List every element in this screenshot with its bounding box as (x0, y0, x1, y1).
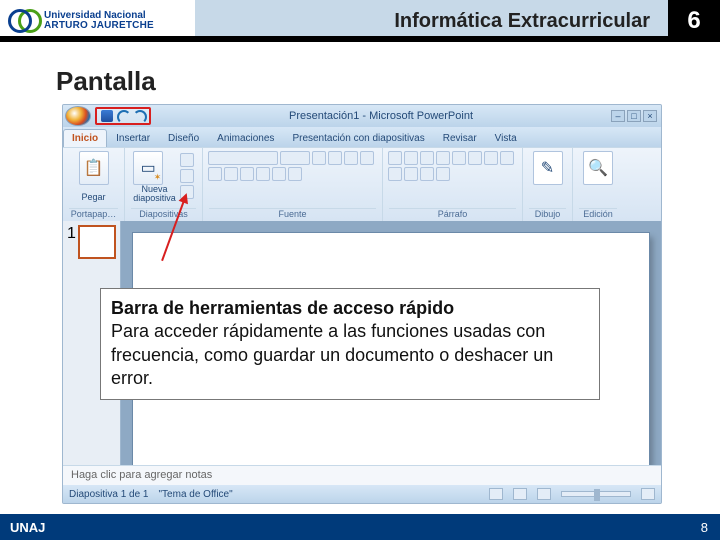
university-name-line2: ARTURO JAURETCHE (44, 21, 154, 31)
bold-icon[interactable] (344, 151, 358, 165)
fit-window-icon[interactable] (641, 488, 655, 500)
numbering-icon[interactable] (404, 151, 418, 165)
slide-thumbnail[interactable] (78, 225, 116, 259)
align-left-icon[interactable] (484, 151, 498, 165)
find-icon[interactable]: 🔍 (583, 151, 613, 185)
tab-inicio[interactable]: Inicio (63, 129, 107, 147)
font-family-select[interactable] (208, 151, 278, 165)
window-buttons: – □ × (611, 110, 657, 122)
quick-access-toolbar[interactable] (95, 107, 151, 125)
tab-diseno[interactable]: Diseño (159, 129, 208, 147)
ribbon: 📋 Pegar Portapap… ▭ Nueva diapositiva (63, 147, 661, 221)
section-title: Pantalla (56, 66, 156, 97)
undo-icon[interactable] (117, 110, 129, 122)
header-title-area: Informática Extracurricular (195, 0, 668, 42)
text-dir-icon[interactable] (468, 151, 482, 165)
save-icon[interactable] (101, 110, 113, 122)
ribbon-tabs: Inicio Insertar Diseño Animaciones Prese… (63, 127, 661, 147)
normal-view-icon[interactable] (489, 488, 503, 500)
new-slide-icon[interactable]: ▭ (133, 151, 163, 185)
group-diapositivas: ▭ Nueva diapositiva Diapositivas (125, 148, 203, 221)
group-label-portapapeles: Portapap… (69, 208, 118, 221)
tab-insertar[interactable]: Insertar (107, 129, 159, 147)
group-label-edicion: Edición (579, 208, 617, 221)
italic-icon[interactable] (360, 151, 374, 165)
paste-icon[interactable]: 📋 (79, 151, 109, 185)
notes-placeholder: Haga clic para agregar notas (71, 469, 212, 481)
group-label-diapositivas: Diapositivas (131, 208, 196, 221)
tab-revisar[interactable]: Revisar (434, 129, 486, 147)
office-button-icon[interactable] (65, 106, 91, 126)
align-center-icon[interactable] (500, 151, 514, 165)
smartart-icon[interactable] (436, 167, 450, 181)
grow-font-icon[interactable] (312, 151, 326, 165)
window-titlebar: Presentación1 - Microsoft PowerPoint – □… (63, 105, 661, 127)
justify-icon[interactable] (404, 167, 418, 181)
course-title: Informática Extracurricular (394, 10, 650, 33)
group-edicion: 🔍 Edición (573, 148, 623, 221)
status-theme: "Tema de Office" (159, 489, 233, 500)
slide-footer: UNAJ 8 (0, 514, 720, 540)
indent-dec-icon[interactable] (420, 151, 434, 165)
zoom-slider[interactable] (561, 491, 631, 497)
footer-page-number: 8 (701, 520, 708, 535)
university-logo: Universidad Nacional ARTURO JAURETCHE (6, 4, 154, 38)
header-page-number: 6 (668, 0, 720, 42)
align-right-icon[interactable] (388, 167, 402, 181)
group-label-dibujo: Dibujo (529, 208, 566, 221)
callout-textbox: Barra de herramientas de acceso rápido P… (100, 288, 600, 400)
underline-icon[interactable] (208, 167, 222, 181)
maximize-button[interactable]: □ (627, 110, 641, 122)
new-slide-label2: diapositiva (133, 194, 176, 203)
group-dibujo: ✎ Dibujo (523, 148, 573, 221)
status-bar: Diapositiva 1 de 1 "Tema de Office" (63, 485, 661, 503)
group-parrafo: Párrafo (383, 148, 523, 221)
slideshow-view-icon[interactable] (537, 488, 551, 500)
paste-label: Pegar (81, 192, 105, 202)
group-label-parrafo: Párrafo (389, 208, 516, 221)
status-slide-count: Diapositiva 1 de 1 (69, 489, 149, 500)
callout-title: Barra de herramientas de acceso rápido (111, 298, 454, 318)
line-spacing-icon[interactable] (452, 151, 466, 165)
tab-vista[interactable]: Vista (486, 129, 526, 147)
bullets-icon[interactable] (388, 151, 402, 165)
shrink-font-icon[interactable] (328, 151, 342, 165)
slide-header: Universidad Nacional ARTURO JAURETCHE In… (0, 0, 720, 42)
indent-inc-icon[interactable] (436, 151, 450, 165)
shapes-icon[interactable]: ✎ (533, 151, 563, 185)
minimize-button[interactable]: – (611, 110, 625, 122)
font-size-select[interactable] (280, 151, 310, 165)
group-portapapeles: 📋 Pegar Portapap… (63, 148, 125, 221)
redo-icon[interactable] (133, 110, 145, 122)
slide: Universidad Nacional ARTURO JAURETCHE In… (0, 0, 720, 540)
tab-animaciones[interactable]: Animaciones (208, 129, 283, 147)
callout-body: Para acceder rápidamente a las funciones… (111, 321, 553, 388)
layout-icon[interactable] (180, 153, 194, 167)
document-title: Presentación1 - Microsoft PowerPoint (151, 110, 611, 122)
strike-icon[interactable] (224, 167, 238, 181)
group-fuente: Fuente (203, 148, 383, 221)
spacing-icon[interactable] (256, 167, 270, 181)
reset-icon[interactable] (180, 169, 194, 183)
shadow-icon[interactable] (240, 167, 254, 181)
thumb-number: 1 (67, 225, 76, 243)
close-button[interactable]: × (643, 110, 657, 122)
columns-icon[interactable] (420, 167, 434, 181)
logo-rings-icon (6, 4, 40, 38)
sorter-view-icon[interactable] (513, 488, 527, 500)
tab-presentacion[interactable]: Presentación con diapositivas (283, 129, 433, 147)
logo-text: Universidad Nacional ARTURO JAURETCHE (44, 11, 154, 31)
slide-body: Pantalla Presentación1 - Microsoft Power… (0, 42, 720, 514)
notes-pane[interactable]: Haga clic para agregar notas (63, 465, 661, 485)
font-color-icon[interactable] (288, 167, 302, 181)
footer-university-abbr: UNAJ (10, 520, 45, 535)
group-label-fuente: Fuente (209, 208, 376, 221)
case-icon[interactable] (272, 167, 286, 181)
